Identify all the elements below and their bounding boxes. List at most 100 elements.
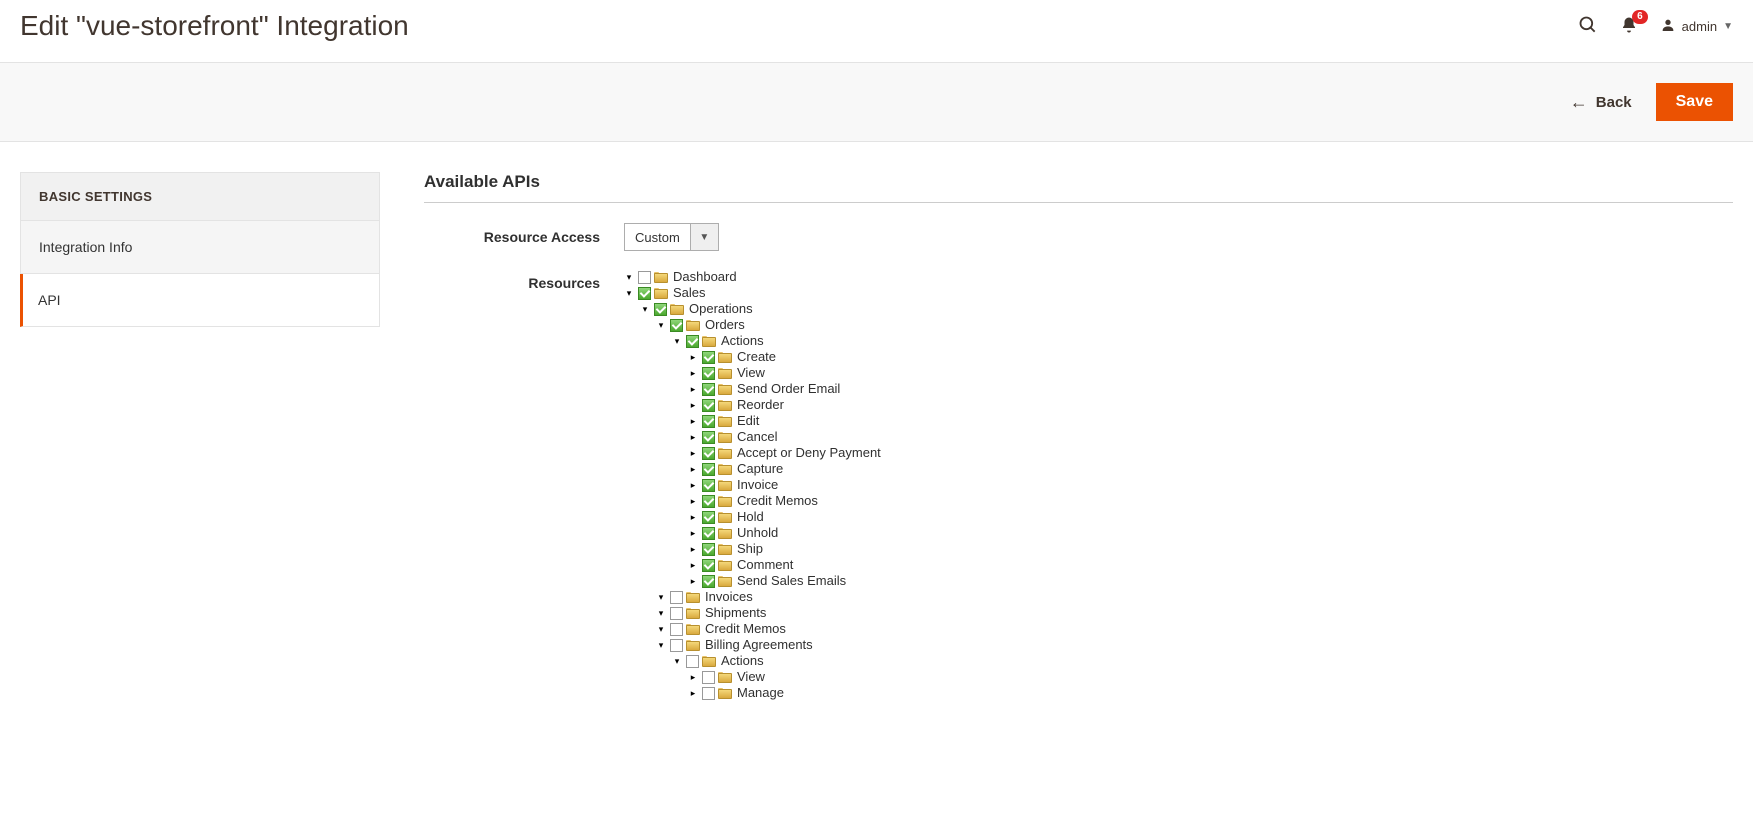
tree-checkbox[interactable] [702, 495, 715, 508]
tree-node-label[interactable]: Actions [721, 653, 764, 669]
tree-checkbox[interactable] [670, 639, 683, 652]
tree-checkbox[interactable] [702, 479, 715, 492]
folder-icon [686, 319, 700, 331]
tree-toggle[interactable] [688, 544, 698, 554]
tree-checkbox[interactable] [702, 575, 715, 588]
tree-toggle[interactable] [656, 592, 666, 602]
tree-toggle[interactable] [688, 416, 698, 426]
tree-toggle[interactable] [688, 464, 698, 474]
tree-checkbox[interactable] [702, 671, 715, 684]
tree-toggle[interactable] [688, 352, 698, 362]
tree-checkbox[interactable] [686, 655, 699, 668]
tree-checkbox[interactable] [702, 367, 715, 380]
tree-node-label[interactable]: Sales [673, 285, 706, 301]
tree-node-label[interactable]: Ship [737, 541, 763, 557]
tree-node-label[interactable]: Manage [737, 685, 784, 701]
folder-icon [718, 511, 732, 523]
tree-toggle[interactable] [672, 336, 682, 346]
tree-toggle[interactable] [656, 640, 666, 650]
user-icon [1660, 17, 1676, 36]
tree-toggle[interactable] [688, 528, 698, 538]
tree-checkbox[interactable] [702, 399, 715, 412]
folder-icon [718, 479, 732, 491]
tree-toggle[interactable] [688, 400, 698, 410]
tree-toggle[interactable] [688, 496, 698, 506]
tree-checkbox[interactable] [702, 415, 715, 428]
sidebar-item-integration-info[interactable]: Integration Info [20, 221, 380, 274]
notifications-button[interactable]: 6 [1620, 16, 1638, 37]
tree-node-label[interactable]: Reorder [737, 397, 784, 413]
tree-node-label[interactable]: Billing Agreements [705, 637, 813, 653]
tree-toggle[interactable] [688, 384, 698, 394]
tree-node-label[interactable]: Edit [737, 413, 759, 429]
tree-checkbox[interactable] [702, 527, 715, 540]
tree-toggle[interactable] [688, 512, 698, 522]
tree-node-label[interactable]: Capture [737, 461, 783, 477]
tree-checkbox[interactable] [702, 511, 715, 524]
tree-checkbox[interactable] [702, 447, 715, 460]
tree-node-label[interactable]: Comment [737, 557, 793, 573]
tree-toggle[interactable] [688, 448, 698, 458]
tree-toggle[interactable] [688, 480, 698, 490]
tree-checkbox[interactable] [702, 351, 715, 364]
tree-node-label[interactable]: Invoice [737, 477, 778, 493]
tree-node-label[interactable]: Operations [689, 301, 753, 317]
sidebar-heading: BASIC SETTINGS [20, 172, 380, 221]
tree-checkbox[interactable] [686, 335, 699, 348]
tree-node-label[interactable]: View [737, 669, 765, 685]
tree-checkbox[interactable] [670, 623, 683, 636]
tree-node-label[interactable]: Invoices [705, 589, 753, 605]
tree-checkbox[interactable] [670, 319, 683, 332]
tree-toggle[interactable] [688, 560, 698, 570]
tree-node-label[interactable]: Credit Memos [737, 493, 818, 509]
folder-icon [718, 575, 732, 587]
tree-node-label[interactable]: Orders [705, 317, 745, 333]
tree-node-label[interactable]: Create [737, 349, 776, 365]
tree-node-label[interactable]: Credit Memos [705, 621, 786, 637]
back-button[interactable]: ← Back [1570, 93, 1632, 111]
tree-checkbox[interactable] [654, 303, 667, 316]
tree-toggle[interactable] [624, 288, 634, 298]
tree-checkbox[interactable] [670, 591, 683, 604]
folder-icon [670, 303, 684, 315]
tree-node-label[interactable]: Shipments [705, 605, 766, 621]
tree-checkbox[interactable] [702, 559, 715, 572]
tree-checkbox[interactable] [702, 431, 715, 444]
resources-tree: DashboardSalesOperationsOrdersActionsCre… [624, 269, 1733, 701]
tree-toggle[interactable] [656, 320, 666, 330]
tree-node-label[interactable]: Dashboard [673, 269, 737, 285]
tree-node-label[interactable]: View [737, 365, 765, 381]
tree-node-label[interactable]: Send Order Email [737, 381, 840, 397]
folder-icon [718, 431, 732, 443]
tree-toggle[interactable] [688, 672, 698, 682]
user-menu[interactable]: admin ▼ [1660, 17, 1733, 36]
tree-checkbox[interactable] [638, 271, 651, 284]
tree-toggle[interactable] [688, 688, 698, 698]
tree-toggle[interactable] [640, 304, 650, 314]
tree-toggle[interactable] [672, 656, 682, 666]
chevron-down-icon: ▼ [691, 223, 719, 251]
search-icon[interactable] [1578, 15, 1598, 38]
tree-toggle[interactable] [624, 272, 634, 282]
tree-node-label[interactable]: Cancel [737, 429, 777, 445]
tree-checkbox[interactable] [702, 687, 715, 700]
save-button[interactable]: Save [1656, 83, 1733, 121]
tree-checkbox[interactable] [638, 287, 651, 300]
tree-node-label[interactable]: Send Sales Emails [737, 573, 846, 589]
tree-checkbox[interactable] [702, 383, 715, 396]
tree-node-label[interactable]: Hold [737, 509, 764, 525]
resource-access-select[interactable]: Custom ▼ [624, 223, 719, 251]
tree-node-label[interactable]: Accept or Deny Payment [737, 445, 881, 461]
tree-toggle[interactable] [656, 624, 666, 634]
folder-icon [718, 559, 732, 571]
tree-node-label[interactable]: Actions [721, 333, 764, 349]
tree-checkbox[interactable] [670, 607, 683, 620]
tree-checkbox[interactable] [702, 463, 715, 476]
tree-toggle[interactable] [688, 368, 698, 378]
tree-toggle[interactable] [688, 576, 698, 586]
sidebar-item-api[interactable]: API [20, 274, 380, 327]
tree-node-label[interactable]: Unhold [737, 525, 778, 541]
tree-toggle[interactable] [688, 432, 698, 442]
tree-checkbox[interactable] [702, 543, 715, 556]
tree-toggle[interactable] [656, 608, 666, 618]
